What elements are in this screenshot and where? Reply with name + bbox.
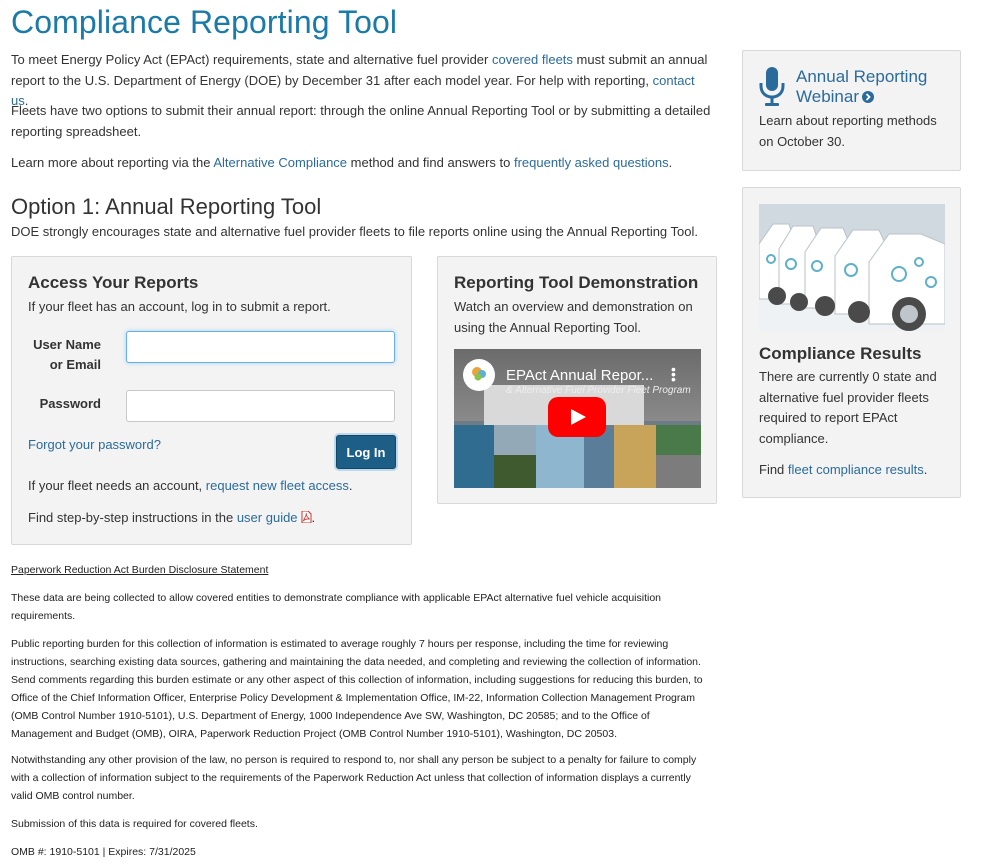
password-label: Password [39,396,101,411]
webinar-description: Learn about reporting methods on October… [759,113,937,149]
video-thumbnail-tile [656,425,701,455]
microphone-icon [759,67,785,112]
demo-description: Watch an overview and demonstration on u… [454,299,693,335]
page-title: Compliance Reporting Tool [11,4,398,40]
access-heading: Access Your Reports [28,273,199,292]
request-access-prefix: If your fleet needs an account, [28,478,206,493]
results-find-prefix: Find [759,462,788,477]
user-guide-text: Find step-by-step instructions in the us… [28,508,315,530]
password-input[interactable] [126,390,395,422]
disclosure-heading: Paperwork Reduction Act Burden Disclosur… [11,564,269,576]
video-thumbnail-tile [494,425,536,455]
video-player[interactable]: EPAct Annual Repor... & Alternative Fuel… [454,349,701,488]
results-heading: Compliance Results [759,344,922,363]
username-label-line: or Email [49,357,101,372]
access-reports-panel: Access Your Reports If your fleet has an… [11,256,412,545]
request-access-suffix: . [348,478,353,493]
video-subtitle: & Alternative Fuel Provider Fleet Progra… [506,385,691,396]
disclosure-paragraph-1: These data are being collected to allow … [11,592,662,622]
demo-panel: Reporting Tool Demonstration Watch an ov… [437,256,717,504]
faq-link[interactable]: frequently asked questions [514,155,669,170]
disclosure-paragraph-2: Public reporting burden for this collect… [11,638,703,740]
user-guide-prefix: Find step-by-step instructions in the [28,510,237,525]
request-fleet-access-link[interactable]: request new fleet access [206,478,349,493]
intro-text: . [668,155,673,170]
video-thumbnail-tile [656,455,701,488]
intro-text: Learn more about reporting via the [11,155,214,170]
pdf-icon [301,509,312,530]
intro-text: To meet Energy Policy Act (EPAct) requir… [11,52,492,67]
results-find-suffix: . [923,462,928,477]
disclosure-paragraph-4: Submission of this data is required for … [11,818,258,830]
video-thumbnail-tile [584,429,614,488]
user-guide-suffix: . [311,510,316,525]
omb-number: OMB #: 1910-5101 | Expires: 7/31/2025 [11,846,196,858]
results-description: There are currently 0 state and alternat… [759,369,937,446]
disclosure-paragraph-3: Notwithstanding any other provision of t… [11,754,697,802]
username-input[interactable] [126,331,395,363]
intro-paragraph-3: Learn more about reporting via the Alter… [11,153,711,174]
alternative-compliance-link[interactable]: Alternative Compliance [213,155,347,170]
compliance-results-panel: Compliance Results There are currently 0… [742,187,961,498]
video-thumbnail-tile [454,425,494,488]
demo-heading: Reporting Tool Demonstration [454,273,699,292]
video-title[interactable]: EPAct Annual Repor... [506,367,653,384]
more-options-icon[interactable]: • • • [671,362,676,386]
option1-description: DOE strongly encourages state and altern… [11,224,699,239]
webinar-link[interactable]: Annual Reporting Webinar [796,67,946,108]
login-button[interactable]: Log In [336,435,396,469]
fleet-vehicles-image [759,204,945,331]
circle-arrow-icon [862,88,874,108]
access-description: If your fleet has an account, log in to … [28,299,331,314]
channel-logo [463,359,495,391]
youtube-play-icon[interactable] [548,397,606,437]
webinar-panel: Annual Reporting Webinar Learn about rep… [742,50,961,171]
intro-text: method and find answers to [347,155,514,170]
option1-heading: Option 1: Annual Reporting Tool [11,194,322,219]
request-access-text: If your fleet needs an account, request … [28,476,352,497]
covered-fleets-link[interactable]: covered fleets [492,52,573,67]
username-label-line: User Name [33,337,101,352]
results-find-text: Find fleet compliance results. [759,460,927,481]
fleet-compliance-results-link[interactable]: fleet compliance results [788,462,924,477]
forgot-password-link[interactable]: Forgot your password? [28,437,161,452]
video-thumbnail-tile [614,425,656,488]
user-guide-link[interactable]: user guide [237,510,298,525]
video-thumbnail-tile [494,455,536,488]
intro-paragraph-2: Fleets have two options to submit their … [11,103,711,139]
username-label: User Name or Email [28,335,101,375]
